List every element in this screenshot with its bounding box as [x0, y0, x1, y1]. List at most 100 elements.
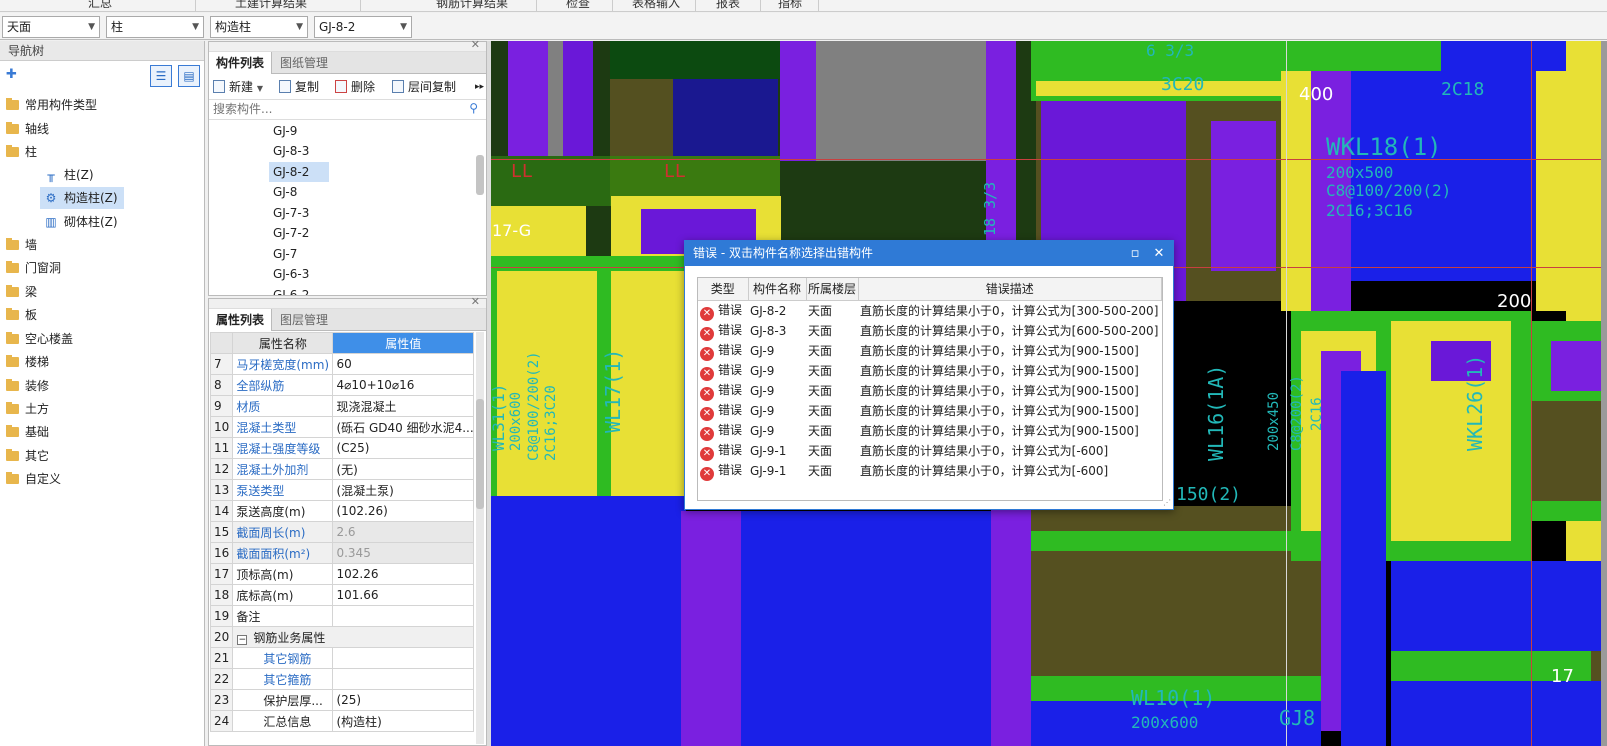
tab-component-list[interactable]: 构件列表	[209, 52, 273, 74]
detail-view-icon[interactable]: ▤	[178, 65, 200, 87]
tree-item-constructional-column[interactable]: ⚙ 构造柱(Z)	[40, 187, 124, 209]
masonry-column-icon: ▥	[45, 215, 57, 229]
list-item[interactable]: GJ-8-3	[269, 141, 329, 161]
table-row[interactable]: 21 其它钢筋	[209, 647, 474, 669]
pin-icon[interactable]: ✚	[6, 67, 17, 82]
list-view-icon[interactable]: ☰	[150, 65, 172, 87]
table-row[interactable]: ✕ 错误 GJ-9 天面 直筋长度的计算结果小于0，计算公式为[900-1500]	[698, 361, 1162, 381]
table-row[interactable]: 14 泵送高度(m) (102.26)	[209, 500, 474, 522]
table-row[interactable]: 11 混凝土强度等级 (C25)	[209, 437, 474, 459]
list-item[interactable]: GJ-9	[269, 121, 329, 141]
column-header-type[interactable]: 类型	[698, 278, 749, 301]
table-row[interactable]: ✕ 错误 GJ-8-2 天面 直筋长度的计算结果小于0，计算公式为[300-500-20…	[698, 300, 1162, 321]
table-row[interactable]: ✕ 错误 GJ-9 天面 直筋长度的计算结果小于0，计算公式为[900-1500]	[698, 421, 1162, 441]
list-item[interactable]: GJ-8	[269, 182, 329, 202]
error-dialog-titlebar[interactable]: 错误 - 双击构件名称选择出错构件 ▫ ✕	[685, 241, 1173, 266]
more-icon[interactable]: ▸▸	[475, 78, 484, 96]
tab-layer-management[interactable]: 图层管理	[273, 309, 335, 331]
table-row[interactable]: ✕ 错误 GJ-9 天面 直筋长度的计算结果小于0，计算公式为[900-1500]	[698, 381, 1162, 401]
column-header-name[interactable]: 构件名称	[748, 278, 807, 301]
constructional-column-icon: ⚙	[45, 191, 57, 205]
table-row[interactable]: 9 材质 现浇混凝土	[209, 395, 474, 417]
type-select[interactable]: 构造柱 ▼	[210, 16, 308, 38]
table-row[interactable]: ✕ 错误 GJ-8-3 天面 直筋长度的计算结果小于0，计算公式为[600-500-20…	[698, 321, 1162, 341]
tree-item-foundation[interactable]: 基础	[6, 421, 49, 443]
table-row[interactable]: 19 备注	[209, 605, 474, 627]
tree-item-column[interactable]: 柱	[6, 141, 37, 163]
tree-item-column-z[interactable]: ╥ 柱(Z)	[44, 164, 93, 186]
tree-item-stairs[interactable]: 楼梯	[6, 351, 49, 373]
new-button[interactable]: 新建 ▼	[213, 78, 263, 96]
menu-civil-results[interactable]: 土建计算结果	[235, 0, 307, 11]
menu-check[interactable]: 检查	[566, 0, 590, 11]
menu-summary[interactable]: 汇总	[88, 0, 112, 11]
floor-copy-button[interactable]: 层间复制	[392, 78, 456, 96]
scrollbar-thumb[interactable]	[476, 399, 484, 509]
floor-select-value: 天面	[7, 20, 32, 34]
list-item[interactable]: GJ-6-2	[269, 285, 329, 295]
cad-label: LL	[664, 161, 686, 182]
menu-rebar-results[interactable]: 钢筋计算结果	[436, 0, 508, 11]
table-row[interactable]: 13 泵送类型 (混凝土泵)	[209, 479, 474, 501]
list-item-selected[interactable]: GJ-8-2	[269, 162, 329, 182]
property-scrollbar[interactable]	[476, 332, 484, 744]
tree-item-wall[interactable]: 墙	[6, 234, 37, 256]
search-icon[interactable]: ⚲	[469, 101, 478, 115]
table-row[interactable]: 7 马牙槎宽度(mm) 60	[209, 353, 474, 375]
tree-item-door-window[interactable]: 门窗洞	[6, 257, 61, 279]
resize-grip-icon[interactable]: ⋰	[1163, 498, 1171, 507]
table-row[interactable]: 24 汇总信息 (构造柱)	[209, 710, 474, 732]
chevron-down-icon: ▼	[296, 22, 303, 32]
column-header-name: 属性名称	[232, 332, 334, 354]
folder-icon	[6, 332, 19, 344]
list-item[interactable]: GJ-7-3	[269, 203, 329, 223]
menu-indicator[interactable]: 指标	[778, 0, 802, 11]
table-row[interactable]: 23 保护层厚... (25)	[209, 689, 474, 711]
tree-item-common-types[interactable]: 常用构件类型	[6, 94, 97, 116]
maximize-icon[interactable]: ▫	[1125, 241, 1145, 266]
tree-item-custom[interactable]: 自定义	[6, 468, 61, 490]
copy-button[interactable]: 复制	[279, 78, 319, 96]
component-list-panel: ✕ 构件列表 图纸管理 新建 ▼ 复制 删除 层间复制 ▸▸ ⚲ GJ-9 GJ…	[208, 38, 487, 296]
table-row[interactable]: 12 混凝土外加剂 (无)	[209, 458, 474, 480]
table-row[interactable]: 10 混凝土类型 (砾石 GD40 细砂水泥4...	[209, 416, 474, 438]
floor-select[interactable]: 天面 ▼	[2, 16, 100, 38]
table-row[interactable]: 17 顶标高(m) 102.26	[209, 563, 474, 585]
delete-button[interactable]: 删除	[335, 78, 375, 96]
table-row[interactable]: ✕ 错误 GJ-9-1 天面 直筋长度的计算结果小于0，计算公式为[-600]	[698, 461, 1162, 481]
table-row-group[interactable]: 20− 钢筋业务属性	[209, 626, 474, 648]
list-item[interactable]: GJ-7	[269, 244, 329, 264]
component-search-input[interactable]	[213, 100, 463, 118]
table-row[interactable]: 18 底标高(m) 101.66	[209, 584, 474, 606]
tree-item-other[interactable]: 其它	[6, 445, 49, 467]
tab-property-list[interactable]: 属性列表	[209, 309, 273, 331]
column-header-floor[interactable]: 所属楼层	[806, 278, 859, 301]
component-select[interactable]: GJ-8-2 ▼	[314, 16, 412, 38]
tree-item-masonry-column[interactable]: ▥ 砌体柱(Z)	[44, 211, 117, 233]
tree-item-earthwork[interactable]: 土方	[6, 398, 49, 420]
menu-report[interactable]: 报表	[716, 0, 740, 11]
close-icon[interactable]: ✕	[471, 295, 480, 308]
property-panel: ✕ 属性列表 图层管理 属性名称 属性值 7 马牙槎宽度(mm) 60 8 全部纵筋 4…	[208, 295, 487, 746]
column-header-description[interactable]: 错误描述	[858, 278, 1162, 301]
tree-item-slab[interactable]: 板	[6, 304, 37, 326]
table-row[interactable]: ✕ 错误 GJ-9-1 天面 直筋长度的计算结果小于0，计算公式为[-600]	[698, 441, 1162, 461]
tab-drawing-management[interactable]: 图纸管理	[273, 52, 335, 74]
close-icon[interactable]: ✕	[471, 38, 480, 51]
table-row[interactable]: 8 全部纵筋 4⌀10+10⌀16	[209, 374, 474, 396]
menu-table-input[interactable]: 表格输入	[632, 0, 680, 11]
new-icon	[213, 80, 225, 93]
tree-item-hollow-floor[interactable]: 空心楼盖	[6, 328, 73, 350]
list-item[interactable]: GJ-7-2	[269, 223, 329, 243]
scrollbar-thumb[interactable]	[476, 155, 484, 195]
table-row[interactable]: ✕ 错误 GJ-9 天面 直筋长度的计算结果小于0，计算公式为[900-1500]	[698, 341, 1162, 361]
tree-item-decoration[interactable]: 装修	[6, 375, 49, 397]
tree-item-beam[interactable]: 梁	[6, 281, 37, 303]
list-item[interactable]: GJ-6-3	[269, 264, 329, 284]
close-icon[interactable]: ✕	[1149, 241, 1169, 266]
tree-item-axis[interactable]: 轴线	[6, 118, 49, 140]
table-row[interactable]: 22 其它箍筋	[209, 668, 474, 690]
table-row[interactable]: ✕ 错误 GJ-9 天面 直筋长度的计算结果小于0，计算公式为[900-1500]	[698, 401, 1162, 421]
category-select[interactable]: 柱 ▼	[106, 16, 204, 38]
collapse-icon[interactable]: −	[237, 634, 248, 645]
